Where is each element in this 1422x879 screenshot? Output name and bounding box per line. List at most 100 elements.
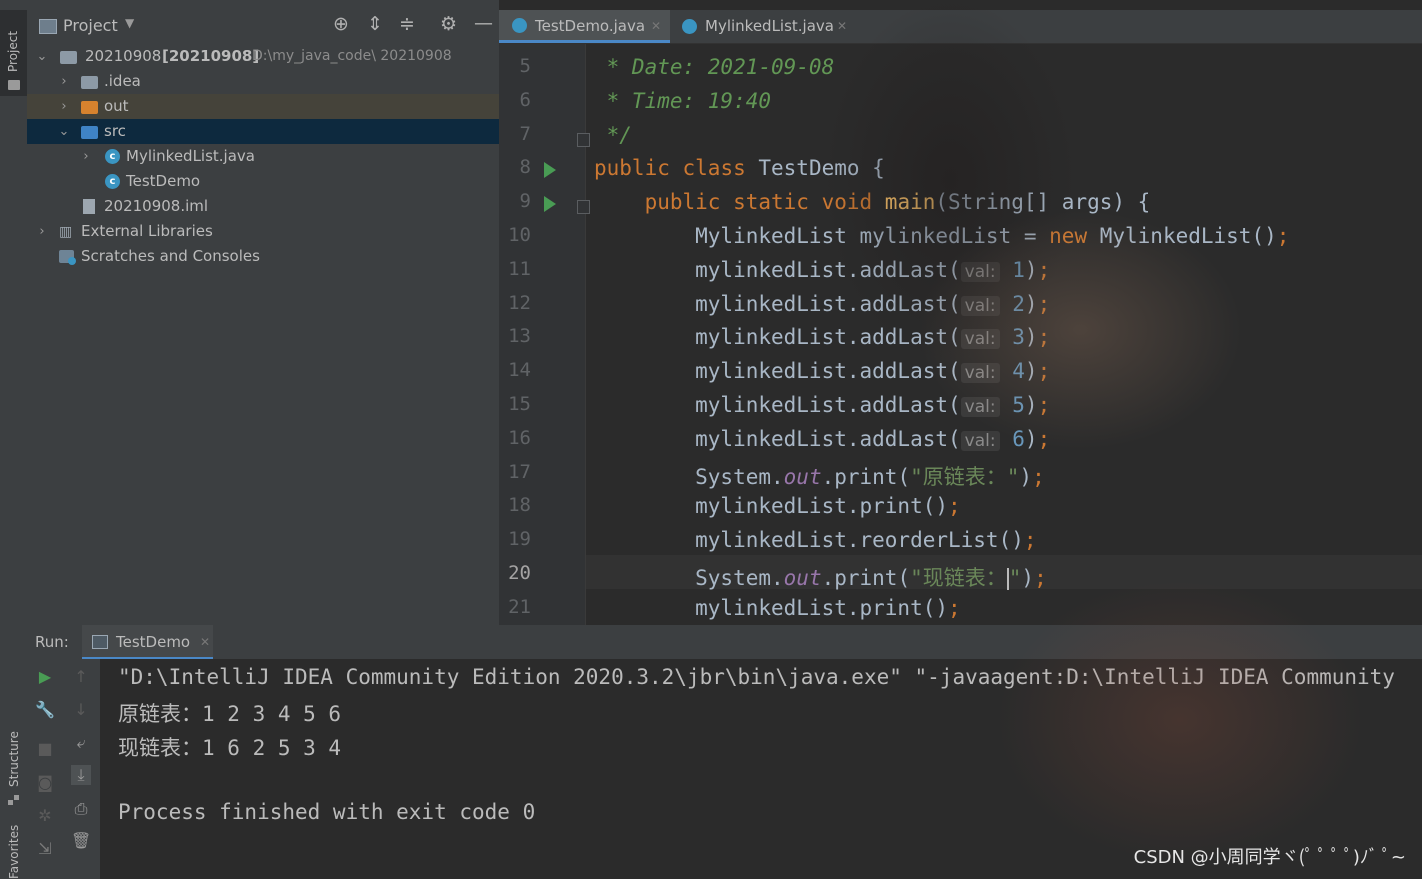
code-line[interactable]: public static void main(String[] args) {: [594, 190, 1151, 214]
file-icon: [83, 199, 95, 214]
tree-item-scratches[interactable]: Scratches and Consoles: [27, 244, 499, 269]
soft-wrap-icon[interactable]: ⤶: [71, 733, 91, 753]
run-label: Run:: [35, 633, 69, 651]
code-line[interactable]: */: [594, 123, 632, 147]
code-text: mylinkedList.addLast(: [594, 325, 961, 350]
tree-item-src[interactable]: ⌄ src: [27, 119, 499, 144]
tree-item-mylinkedlist[interactable]: › c MylinkedList.java: [27, 144, 499, 169]
gear-icon[interactable]: ⚙: [440, 13, 457, 35]
exit-icon[interactable]: ⇲: [35, 839, 55, 859]
tree-item-external-libraries[interactable]: › ▥ External Libraries: [27, 219, 499, 244]
run-gutter-icon[interactable]: [544, 196, 556, 213]
code-semicolon: ;: [1037, 393, 1051, 417]
chevron-right-icon[interactable]: ›: [79, 144, 93, 169]
fold-marker-icon[interactable]: [577, 132, 590, 147]
parameter-hint: val:: [960, 261, 1000, 282]
code-line[interactable]: * Date: 2021-09-08: [594, 55, 835, 79]
structure-tool-tab[interactable]: Structure: [7, 731, 21, 787]
java-runnable-class-icon: c: [105, 174, 120, 189]
camera-icon[interactable]: ◙: [35, 773, 55, 793]
tree-item-label: External Libraries: [81, 222, 213, 240]
run-tab-testdemo[interactable]: TestDemo ✕: [82, 625, 213, 659]
tree-item-label: Scratches and Consoles: [81, 247, 260, 265]
stop-icon[interactable]: ■: [35, 739, 55, 759]
code-line[interactable]: mylinkedList.addLast(val: 6);: [594, 427, 1050, 451]
project-tool-tab[interactable]: Project: [0, 10, 27, 96]
csdn-watermark: CSDN @小周同学ヾ(ﾟ ﾟ ﾟ ﾟ)ﾉﾞ ﾟ~: [1133, 847, 1406, 868]
arrow-down-icon[interactable]: ↓: [71, 700, 91, 720]
arrow-up-icon[interactable]: ↑: [71, 667, 91, 687]
editor-tab-bar: TestDemo.java ✕ MylinkedList.java ✕: [499, 10, 1422, 44]
folder-icon: [81, 76, 98, 89]
code-text: mylinkedList.addLast(: [594, 426, 961, 451]
code-text: ): [1024, 291, 1038, 316]
code-semicolon: ;: [1037, 325, 1051, 350]
run-gutter-icon[interactable]: [544, 162, 556, 179]
chevron-right-icon[interactable]: ›: [35, 219, 49, 244]
line-number: 21: [508, 595, 531, 618]
tree-item-testdemo[interactable]: c TestDemo: [27, 169, 499, 194]
console-line: 现链表：1 6 2 5 3 4: [118, 736, 342, 760]
hide-panel-icon[interactable]: —: [474, 12, 493, 34]
locate-icon[interactable]: ⊕: [333, 13, 349, 35]
chevron-down-icon[interactable]: ▼: [125, 16, 134, 30]
project-view-title[interactable]: Project: [63, 16, 118, 35]
close-icon[interactable]: ✕: [837, 10, 847, 42]
code-line[interactable]: mylinkedList.addLast(val: 2);: [594, 292, 1050, 316]
wrench-icon[interactable]: 🔧: [35, 700, 55, 720]
print-icon[interactable]: ⎙: [71, 799, 91, 819]
code-line[interactable]: MylinkedList mylinkedList = new Mylinked…: [594, 224, 1289, 248]
tab-testdemo-java[interactable]: TestDemo.java ✕: [499, 10, 670, 43]
code-string: "现链表：: [910, 566, 1007, 590]
trash-icon[interactable]: 🗑: [71, 831, 91, 851]
code-line[interactable]: * Time: 19:40: [594, 89, 771, 113]
chevron-right-icon[interactable]: ›: [57, 94, 71, 119]
code-semicolon: ;: [1037, 291, 1051, 316]
tab-mylinkedlist-java[interactable]: MylinkedList.java ✕: [671, 10, 861, 43]
code-line[interactable]: mylinkedList.print();: [594, 596, 961, 620]
tree-item-iml[interactable]: 20210908.iml: [27, 194, 499, 219]
code-line[interactable]: mylinkedList.addLast(val: 3);: [594, 325, 1051, 350]
left-tool-strip: Project Structure Favorites: [0, 0, 28, 879]
code-line[interactable]: mylinkedList.addLast(val: 1);: [594, 258, 1050, 282]
code-semicolon: ;: [1037, 257, 1051, 282]
tab-label: MylinkedList.java: [705, 17, 834, 35]
code-text: ): [1024, 257, 1038, 282]
code-line[interactable]: System.out.print("现链表：");: [594, 562, 1047, 592]
line-number: 5: [519, 55, 531, 77]
settings-icon[interactable]: ✲: [35, 806, 55, 826]
rerun-icon[interactable]: ▶: [35, 667, 55, 687]
parameter-hint: val:: [960, 363, 1000, 384]
code-line[interactable]: System.out.print("原链表：");: [594, 461, 1045, 491]
scroll-to-end-icon[interactable]: ⤓: [71, 765, 91, 785]
code-text: ): [1024, 393, 1038, 417]
code-line[interactable]: mylinkedList.addLast(val: 5);: [594, 393, 1050, 417]
tree-item-out[interactable]: › out: [27, 94, 499, 119]
code-line[interactable]: public class TestDemo {: [594, 156, 885, 180]
code-text: ): [1024, 426, 1038, 451]
favorites-tool-tab[interactable]: Favorites: [7, 825, 21, 879]
close-icon[interactable]: ✕: [651, 10, 661, 42]
tree-item-label: 20210908: [85, 47, 162, 65]
close-icon[interactable]: ✕: [200, 625, 210, 659]
code-text: .print(: [821, 464, 911, 489]
code-line[interactable]: mylinkedList.reorderList();: [594, 528, 1036, 552]
fold-marker-icon[interactable]: [577, 200, 590, 215]
expand-all-icon[interactable]: ⇕: [367, 13, 383, 35]
line-number: 7: [519, 122, 531, 145]
java-class-icon: [512, 18, 527, 33]
code-number: 4: [1012, 359, 1025, 384]
line-number: 14: [508, 359, 531, 382]
code-line[interactable]: mylinkedList.print();: [594, 494, 961, 518]
code-line[interactable]: mylinkedList.addLast(val: 4);: [594, 359, 1050, 384]
chevron-right-icon[interactable]: ›: [57, 69, 71, 94]
folder-icon: [8, 80, 20, 90]
collapse-all-icon[interactable]: ≑: [399, 13, 415, 35]
chevron-down-icon[interactable]: ⌄: [57, 119, 71, 144]
tree-item-idea[interactable]: › .idea: [27, 69, 499, 94]
code-text: MylinkedList mylinkedList =: [594, 224, 1050, 248]
java-class-icon: [682, 19, 697, 34]
chevron-down-icon[interactable]: ⌄: [35, 44, 49, 69]
tree-item-project-root[interactable]: ⌄ 20210908 [20210908] D:\my_java_code\ 2…: [27, 44, 499, 69]
code-number: 1: [1012, 257, 1025, 282]
